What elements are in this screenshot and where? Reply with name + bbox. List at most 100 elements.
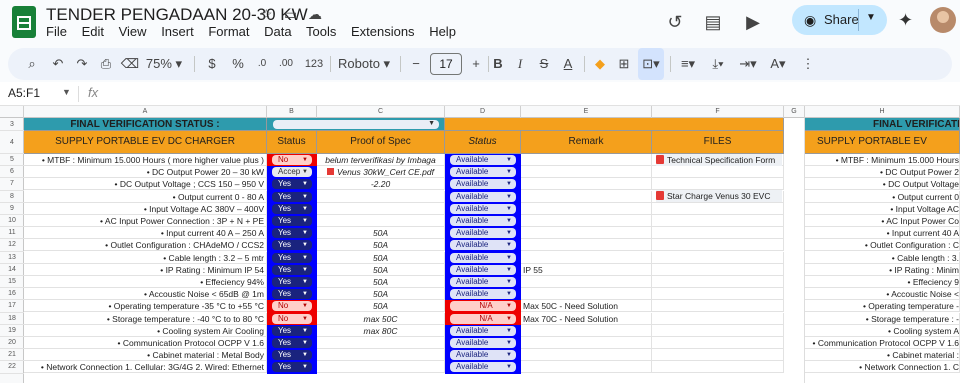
status-dropdown[interactable]: Yes ▼	[272, 252, 312, 263]
menu-view[interactable]: View	[119, 24, 147, 39]
bold-button[interactable]: B	[488, 48, 508, 80]
status2-dropdown[interactable]: Available ▼	[450, 240, 516, 251]
status-dropdown[interactable]: Yes ▼	[272, 325, 312, 336]
right-spec-item-cell[interactable]: • Cooling system A	[805, 324, 960, 337]
strikethrough-button[interactable]: S	[534, 48, 554, 80]
status2-dropdown[interactable]: Available ▼	[450, 362, 516, 373]
column-header-e[interactable]: E	[521, 106, 652, 118]
fill-color-icon[interactable]: ◆	[590, 48, 610, 80]
column-header-h[interactable]: H	[805, 106, 960, 118]
status2-dropdown[interactable]: Available ▼	[450, 191, 516, 202]
right-spec-item-cell[interactable]: • DC Output Power 2	[805, 166, 960, 179]
spec-item-cell[interactable]: • Storage temperature : -40 °C to to 80 …	[24, 312, 267, 325]
spec-item-cell[interactable]: • Input current 40 A – 250 A	[24, 227, 267, 240]
increase-decimal-button[interactable]: .00	[276, 48, 296, 80]
right-spec-item-cell[interactable]: • Effeciency 9	[805, 276, 960, 288]
final-status-dropdown-cell[interactable]: ▼	[267, 118, 445, 131]
row-header[interactable]: 4	[0, 131, 24, 154]
column-header-c[interactable]: C	[317, 106, 445, 118]
files-cell[interactable]	[652, 300, 784, 313]
dropdown-caret-icon[interactable]: ▼	[428, 119, 435, 129]
proof-file-link[interactable]: Venus 30kW_Cert CE.pdf	[337, 167, 434, 177]
status2-dropdown[interactable]: Available ▼	[450, 155, 516, 165]
row-header[interactable]: 6	[0, 166, 24, 179]
proof-cell[interactable]: 50A	[317, 276, 445, 288]
spec-item-cell[interactable]: • Cabinet material : Metal Body	[24, 349, 267, 362]
column-header-f[interactable]: F	[652, 106, 784, 118]
spec-item-cell[interactable]: • Cooling system Air Cooling	[24, 324, 267, 337]
remark-cell[interactable]	[521, 251, 652, 264]
history-icon[interactable]: ↺	[662, 9, 688, 35]
remark-cell[interactable]: Max 70C - Need Solution	[521, 312, 652, 325]
menu-insert[interactable]: Insert	[161, 24, 194, 39]
menu-help[interactable]: Help	[429, 24, 456, 39]
row-header[interactable]: 17	[0, 300, 24, 313]
files-cell[interactable]	[652, 276, 784, 288]
spec-item-cell[interactable]: • Input Voltage AC 380V – 400V	[24, 202, 267, 215]
status2-dropdown[interactable]: Available ▼	[450, 228, 516, 239]
proof-cell[interactable]	[317, 361, 445, 374]
files-cell[interactable]	[652, 361, 784, 374]
column-header-a[interactable]: A	[24, 106, 267, 118]
remark-cell[interactable]	[521, 154, 652, 166]
remark-cell[interactable]: Max 50C - Need Solution	[521, 300, 652, 313]
row-header[interactable]: 5	[0, 154, 24, 167]
row-header[interactable]: 11	[0, 227, 24, 240]
proof-cell[interactable]	[317, 190, 445, 203]
horizontal-align-icon[interactable]: ≡▾	[676, 48, 700, 80]
spec-item-cell[interactable]: • Operating temperature -35 °C to +55 °C	[24, 300, 267, 313]
right-spec-item-cell[interactable]: • Cable length : 3.	[805, 251, 960, 264]
right-spec-item-cell[interactable]: • MTBF : Minimum 15.000 Hours	[805, 154, 960, 166]
spec-item-cell[interactable]: • AC Input Power Connection : 3P + N + P…	[24, 215, 267, 227]
right-spec-item-cell[interactable]: • Operating temperature -	[805, 300, 960, 313]
column-header-b[interactable]: B	[267, 106, 317, 118]
proof-cell[interactable]: max 80C	[317, 324, 445, 337]
status2-dropdown[interactable]: Available ▼	[450, 179, 516, 190]
more-formats-button[interactable]: 123	[302, 48, 326, 80]
menu-format[interactable]: Format	[208, 24, 249, 39]
proof-cell[interactable]: 50A	[317, 288, 445, 301]
text-color-button[interactable]: A	[558, 48, 578, 80]
remark-cell[interactable]	[521, 215, 652, 227]
cloud-status-icon[interactable]: ☁	[308, 6, 322, 23]
decrease-decimal-button[interactable]: .0	[254, 48, 270, 80]
proof-cell[interactable]	[317, 349, 445, 362]
right-spec-item-cell[interactable]: • Cabinet material :	[805, 349, 960, 362]
row-header[interactable]: 18	[0, 313, 24, 325]
status2-dropdown[interactable]: Available ▼	[450, 325, 516, 336]
right-spec-item-cell[interactable]: • Communication Protocol OCPP V 1.6	[805, 337, 960, 349]
row-header[interactable]: 20	[0, 337, 24, 350]
print-icon[interactable]: ⎙	[96, 48, 116, 80]
status-dropdown[interactable]: Yes ▼	[272, 240, 312, 251]
row-header[interactable]: 22	[0, 361, 24, 374]
comments-icon[interactable]: ▤	[700, 9, 726, 35]
more-options-icon[interactable]: ⋮	[798, 48, 818, 80]
remark-cell[interactable]	[521, 166, 652, 179]
remark-cell[interactable]: IP 55	[521, 263, 652, 276]
sheets-logo-icon[interactable]	[12, 6, 36, 38]
spec-item-cell[interactable]: • Cable length : 3.2 – 5 mtr	[24, 251, 267, 264]
font-size-input[interactable]: 17	[430, 53, 462, 75]
status-dropdown[interactable]: No ▼	[272, 301, 312, 312]
remark-cell[interactable]	[521, 288, 652, 301]
remark-cell[interactable]	[521, 361, 652, 374]
row-header[interactable]: 15	[0, 276, 24, 289]
proof-cell[interactable]: -2.20	[317, 178, 445, 191]
status-dropdown[interactable]: Yes ▼	[272, 191, 312, 202]
menu-edit[interactable]: Edit	[82, 24, 104, 39]
right-spec-item-cell[interactable]: • IP Rating : Minim	[805, 263, 960, 276]
spec-item-cell[interactable]: • MTBF : Minimum 15.000 Hours ( more hig…	[24, 154, 267, 166]
status2-dropdown[interactable]: Available ▼	[450, 203, 516, 214]
menu-extensions[interactable]: Extensions	[351, 24, 415, 39]
spec-item-cell[interactable]: • Accoustic Noise < 65dB @ 1m	[24, 288, 267, 301]
right-spec-item-cell[interactable]: • Input Voltage AC	[805, 202, 960, 215]
right-spec-item-cell[interactable]: • AC Input Power Co	[805, 215, 960, 227]
files-cell[interactable]	[652, 239, 784, 252]
remark-cell[interactable]	[521, 239, 652, 252]
spec-item-cell[interactable]: • Network Connection 1. Cellular: 3G/4G …	[24, 361, 267, 374]
italic-button[interactable]: I	[510, 48, 530, 80]
gemini-icon[interactable]: ✦	[898, 10, 913, 31]
proof-cell[interactable]: 50A	[317, 263, 445, 276]
proof-cell[interactable]	[317, 202, 445, 215]
remark-cell[interactable]	[521, 227, 652, 240]
